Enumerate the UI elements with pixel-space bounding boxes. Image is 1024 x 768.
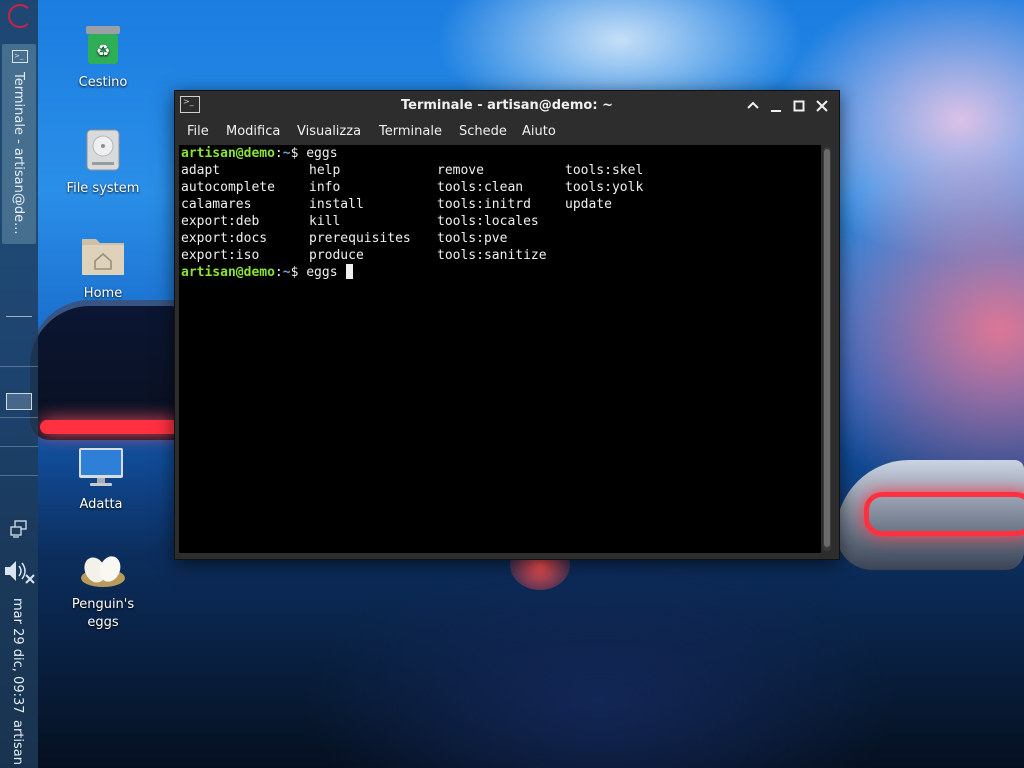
prompt-dollar: $ — [290, 146, 307, 161]
terminal-prompt-line: artisan@demo:~$ eggs — [181, 145, 338, 162]
completion-item: tools:pve — [437, 231, 508, 246]
completion-item: export:docs — [181, 231, 268, 246]
prompt-dollar: $ — [290, 265, 307, 280]
terminal-prompt-line: artisan@demo:~$ eggs — [181, 264, 354, 281]
window-maximize-button[interactable] — [789, 96, 809, 116]
eggs-icon — [58, 552, 148, 592]
menu-bar: File Modifica Visualizza Terminale Sched… — [175, 121, 839, 145]
network-icon[interactable] — [10, 520, 28, 538]
wallpaper-car-right-light — [864, 492, 1024, 536]
completion-item: adapt — [181, 163, 221, 178]
prompt-user: artisan@demo — [181, 265, 275, 280]
completion-item: tools:initrd — [437, 197, 531, 212]
volume-muted-icon[interactable] — [3, 558, 35, 584]
svg-text:♻: ♻ — [96, 41, 110, 60]
panel-separator — [6, 316, 32, 317]
completion-item: calamares — [181, 197, 252, 212]
window-titlebar[interactable]: >_ Terminale - artisan@demo: ~ — [175, 91, 839, 121]
completion-item: info — [309, 180, 341, 195]
completion-item: update — [565, 197, 612, 212]
completion-item: help — [309, 163, 341, 178]
clock[interactable]: mar 29 dic, 09:37 — [10, 598, 25, 714]
window-close-button[interactable] — [812, 96, 832, 116]
completion-item: remove — [437, 163, 484, 178]
drive-icon — [58, 128, 148, 176]
desktop-icon-label: Penguin's — [71, 597, 135, 612]
desktop-icon-label: Adatta — [79, 497, 123, 512]
prompt-path: ~ — [282, 265, 291, 280]
scrollbar-thumb[interactable] — [824, 149, 830, 547]
completion-item: autocomplete — [181, 180, 275, 195]
completion-item: tools:locales — [437, 214, 539, 229]
window-shade-button[interactable] — [743, 96, 763, 116]
completion-item: produce — [309, 248, 364, 263]
workspace-divider — [0, 475, 38, 476]
desktop-icon-trash[interactable]: ♻ Cestino — [58, 24, 148, 92]
desktop-icon-label: File system — [66, 181, 140, 196]
completion-item: install — [309, 197, 364, 212]
menu-terminale[interactable]: Terminale — [379, 124, 442, 139]
command-text: eggs — [306, 265, 346, 280]
completion-item: kill — [309, 214, 341, 229]
completion-item: tools:skel — [565, 163, 644, 178]
completion-item: tools:clean — [437, 180, 524, 195]
prompt-separator: : — [274, 265, 283, 280]
prompt-separator: : — [274, 146, 283, 161]
trash-icon: ♻ — [58, 24, 148, 70]
desktop-icon-label: Home — [83, 286, 123, 301]
monitor-icon — [56, 446, 146, 492]
prompt-path: ~ — [282, 146, 291, 161]
debian-logo-icon[interactable] — [8, 4, 32, 28]
prompt-user: artisan@demo — [181, 146, 275, 161]
window-minimize-button[interactable] — [766, 96, 786, 116]
workspace-divider — [0, 417, 38, 418]
desktop-icon-label-line2: eggs — [87, 615, 119, 630]
completion-item: prerequisites — [309, 231, 411, 246]
user-name[interactable]: artisan — [10, 720, 25, 765]
menu-file[interactable]: File — [187, 124, 209, 139]
text-cursor — [346, 264, 354, 279]
left-panel: >_ Terminale - artisan@de... mar 29 dic,… — [0, 0, 38, 768]
workspace-switcher[interactable] — [6, 393, 32, 410]
terminal-window[interactable]: >_ Terminale - artisan@demo: ~ File Modi… — [174, 90, 840, 560]
menu-modifica[interactable]: Modifica — [226, 124, 280, 139]
workspace-divider — [0, 446, 38, 447]
command-text: eggs — [306, 146, 338, 161]
completion-item: tools:sanitize — [437, 248, 547, 263]
completion-item: export:deb — [181, 214, 260, 229]
taskbar-button-terminal[interactable]: >_ Terminale - artisan@de... — [2, 44, 36, 244]
desktop-icon-label: Cestino — [78, 75, 128, 90]
wallpaper-car-light — [40, 420, 180, 434]
menu-visualizza[interactable]: Visualizza — [297, 124, 361, 139]
desktop-icon-penguins-eggs[interactable]: Penguin's eggs — [58, 552, 148, 632]
terminal-icon: >_ — [12, 50, 28, 63]
completion-item: tools:yolk — [565, 180, 644, 195]
terminal-output[interactable]: artisan@demo:~$ eggs adapt autocomplete … — [179, 145, 821, 553]
desktop-icon-filesystem[interactable]: File system — [58, 128, 148, 198]
taskbar-button-label: Terminale - artisan@de... — [11, 72, 26, 235]
menu-schede[interactable]: Schede — [459, 124, 507, 139]
desktop-icon-adatta[interactable]: Adatta — [56, 446, 146, 514]
completion-item: export:iso — [181, 248, 260, 263]
desktop-icon-home[interactable]: Home — [58, 233, 148, 303]
window-title: Terminale - artisan@demo: ~ — [401, 98, 613, 113]
menu-aiuto[interactable]: Aiuto — [522, 124, 556, 139]
workspace-divider — [0, 366, 38, 367]
terminal-scrollbar[interactable] — [823, 147, 831, 551]
home-folder-icon — [58, 233, 148, 281]
